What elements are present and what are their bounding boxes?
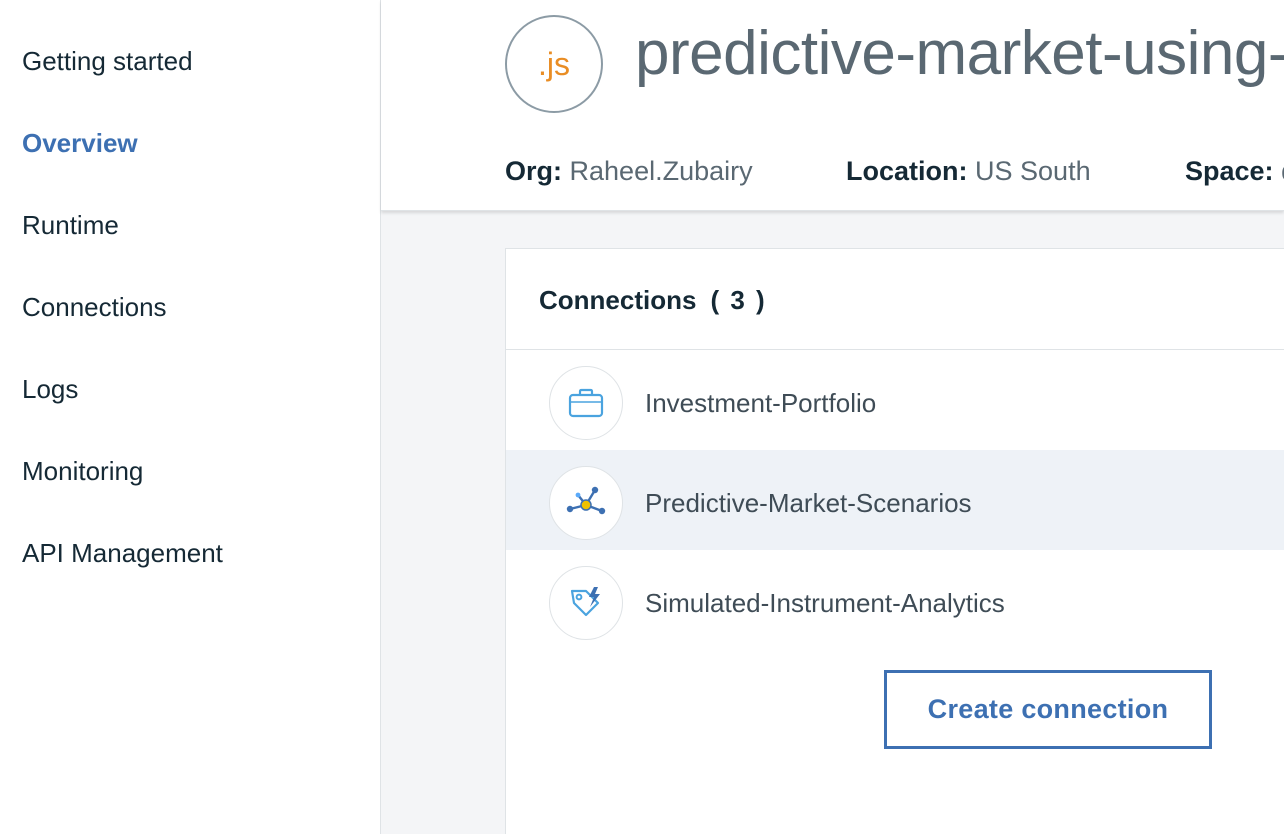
app-icon-text: .js bbox=[538, 45, 570, 82]
app-header: .js predictive-market-using-a Org: Rahee… bbox=[381, 0, 1284, 211]
sidebar-item-connections[interactable]: Connections bbox=[22, 292, 167, 323]
connection-row-investment-portfolio[interactable]: Investment-Portfolio bbox=[506, 350, 1284, 450]
location-info: Location: US South bbox=[846, 156, 1091, 187]
space-label: Space: bbox=[1185, 156, 1274, 186]
sidebar-item-overview[interactable]: Overview bbox=[22, 128, 138, 159]
org-info: Org: Raheel.Zubairy bbox=[505, 156, 753, 187]
location-value: US South bbox=[975, 156, 1091, 186]
sidebar-item-api-management[interactable]: API Management bbox=[22, 538, 223, 569]
location-label: Location: bbox=[846, 156, 968, 186]
space-info: Space: d bbox=[1185, 156, 1284, 187]
connection-name: Simulated-Instrument-Analytics bbox=[645, 588, 1005, 618]
connection-name: Investment-Portfolio bbox=[645, 388, 877, 418]
sidebar-item-runtime[interactable]: Runtime bbox=[22, 210, 119, 241]
sidebar: Getting started Overview Runtime Connect… bbox=[0, 0, 381, 834]
org-value: Raheel.Zubairy bbox=[569, 156, 753, 186]
briefcase-icon bbox=[549, 366, 623, 440]
connections-heading: Connections ( 3 ) bbox=[539, 285, 767, 316]
create-connection-button[interactable]: Create connection bbox=[884, 670, 1212, 749]
connections-title: Connections bbox=[539, 285, 697, 315]
connection-row-predictive-market-scenarios[interactable]: Predictive-Market-Scenarios bbox=[506, 450, 1284, 550]
connections-count: ( 3 ) bbox=[710, 285, 767, 315]
network-icon bbox=[549, 466, 623, 540]
nodejs-app-icon: .js bbox=[505, 15, 603, 113]
connection-row-simulated-instrument-analytics[interactable]: Simulated-Instrument-Analytics bbox=[506, 550, 1284, 650]
tag-lightning-icon bbox=[549, 566, 623, 640]
sidebar-item-getting-started[interactable]: Getting started bbox=[22, 46, 193, 77]
sidebar-item-monitoring[interactable]: Monitoring bbox=[22, 456, 143, 487]
sidebar-item-logs[interactable]: Logs bbox=[22, 374, 78, 405]
org-label: Org: bbox=[505, 156, 562, 186]
connection-name: Predictive-Market-Scenarios bbox=[645, 488, 972, 518]
app-title: predictive-market-using-a bbox=[635, 19, 1284, 88]
connections-card: Connections ( 3 ) Investment-Portfolio Pr… bbox=[505, 248, 1284, 834]
